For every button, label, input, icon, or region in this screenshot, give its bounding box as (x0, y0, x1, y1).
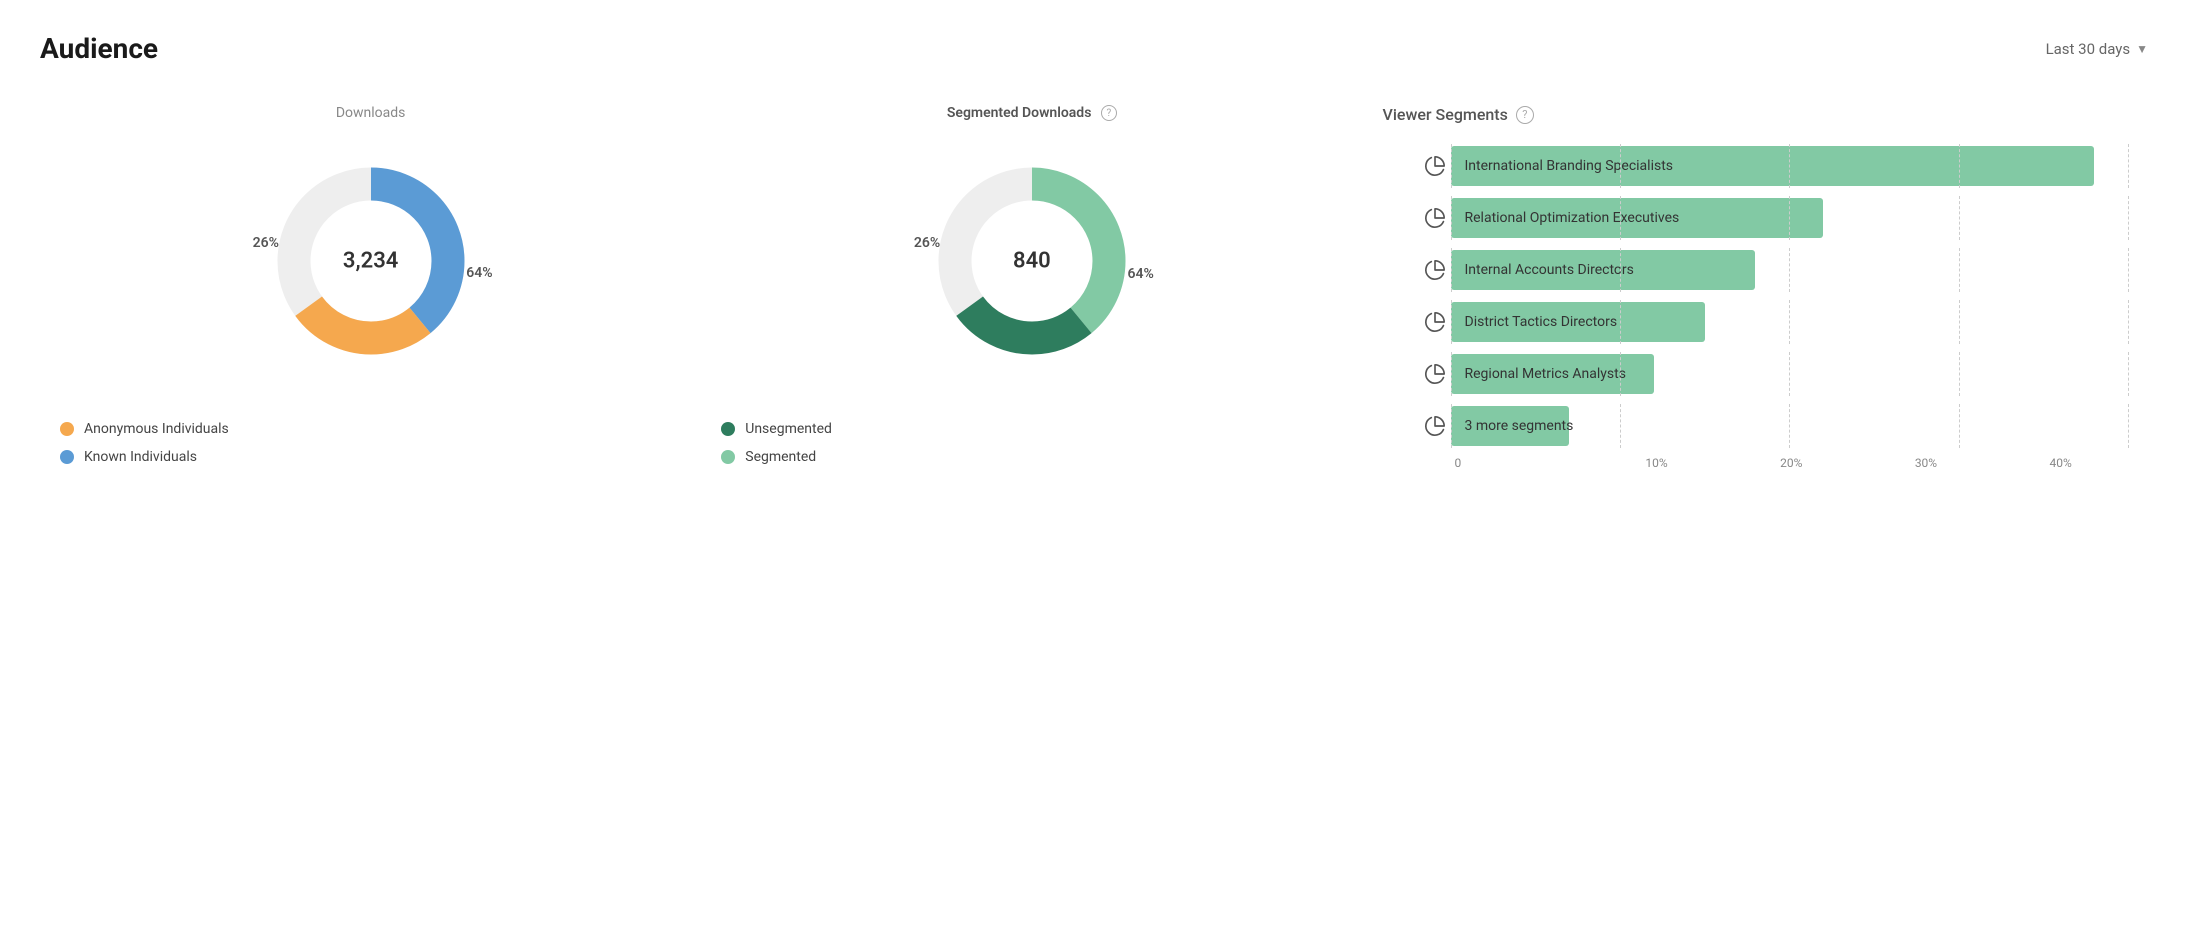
segmented-donut-wrapper: 840 26% 64% (922, 151, 1142, 371)
segmented-dot (721, 450, 735, 464)
anonymous-dot (60, 422, 74, 436)
anonymous-label: Anonymous Individuals (84, 421, 229, 437)
bar-track: Internal Accounts Directors (1451, 248, 2129, 292)
bar-row: Regional Metrics Analysts (1419, 352, 2129, 396)
segmented-pct-segmented: 64% (1128, 266, 1154, 282)
legend-segmented: Segmented (721, 449, 832, 465)
x-axis: 010%20%30%40% (1455, 456, 2129, 470)
x-tick: 10% (1589, 456, 1724, 470)
downloads-chart-title: Downloads (336, 105, 406, 121)
segment-icon (1419, 358, 1451, 390)
unsegmented-dot (721, 422, 735, 436)
downloads-pct-known: 64% (466, 265, 492, 281)
bar-track: 3 more segments (1451, 404, 2129, 448)
segments-title: Viewer Segments (1383, 105, 1508, 124)
bar-track: Regional Metrics Analysts (1451, 352, 2129, 396)
x-tick: 0 (1455, 456, 1590, 470)
bar-row: International Branding Specialists (1419, 144, 2129, 188)
segmented-chart-section: Segmented Downloads ? 840 26% 64% Unsegm… (701, 105, 1362, 465)
charts-container: Downloads 3,234 26% 64% Anonymous (40, 105, 2148, 500)
bar-label: Regional Metrics Analysts (1465, 366, 1626, 382)
segmented-chart-title: Segmented Downloads ? (947, 105, 1117, 121)
segments-help-icon[interactable]: ? (1516, 106, 1534, 124)
segment-icon (1419, 202, 1451, 234)
page-title: Audience (40, 32, 158, 65)
segmented-pct-unsegmented: 26% (914, 235, 940, 251)
date-filter-label: Last 30 days (2046, 40, 2131, 58)
segment-icon (1419, 254, 1451, 286)
x-tick: 40% (1993, 456, 2128, 470)
legend-unsegmented: Unsegmented (721, 421, 832, 437)
downloads-donut-wrapper: 3,234 26% 64% (261, 151, 481, 371)
segmented-label: Segmented (745, 449, 816, 465)
segment-icon (1419, 150, 1451, 182)
bar-fill: District Tactics Directors (1451, 302, 1705, 342)
x-tick: 20% (1724, 456, 1859, 470)
bar-label: District Tactics Directors (1465, 314, 1618, 330)
date-filter[interactable]: Last 30 days ▼ (2046, 40, 2148, 58)
segmented-help-icon[interactable]: ? (1101, 105, 1117, 121)
bar-row: 3 more segments (1419, 404, 2129, 448)
viewer-segments-section: Viewer Segments ? International Branding… (1363, 105, 2149, 500)
chevron-down-icon: ▼ (2136, 42, 2148, 56)
bar-label: 3 more segments (1465, 418, 1574, 434)
bar-label: Relational Optimization Executives (1465, 210, 1680, 226)
bar-track: Relational Optimization Executives (1451, 196, 2129, 240)
unsegmented-label: Unsegmented (745, 421, 832, 437)
segment-icon (1419, 306, 1451, 338)
bar-fill: Relational Optimization Executives (1451, 198, 1824, 238)
bar-row: Relational Optimization Executives (1419, 196, 2129, 240)
segment-icon (1419, 410, 1451, 442)
legend-known: Known Individuals (60, 449, 229, 465)
bar-track: International Branding Specialists (1451, 144, 2129, 188)
downloads-legend: Anonymous Individuals Known Individuals (60, 421, 229, 465)
segmented-center-value: 840 (1013, 249, 1051, 274)
bar-label: Internal Accounts Directors (1465, 262, 1634, 278)
bar-fill: Regional Metrics Analysts (1451, 354, 1654, 394)
bar-label: International Branding Specialists (1465, 158, 1674, 174)
bar-fill: International Branding Specialists (1451, 146, 2095, 186)
bar-fill: Internal Accounts Directors (1451, 250, 1756, 290)
segments-header: Viewer Segments ? (1383, 105, 2129, 124)
downloads-chart-section: Downloads 3,234 26% 64% Anonymous (40, 105, 701, 465)
bar-chart: International Branding Specialists Relat… (1383, 144, 2129, 500)
bar-track: District Tactics Directors (1451, 300, 2129, 344)
bar-row: Internal Accounts Directors (1419, 248, 2129, 292)
downloads-center-value: 3,234 (343, 249, 398, 274)
downloads-pct-anonymous: 26% (253, 235, 279, 251)
known-dot (60, 450, 74, 464)
bar-fill: 3 more segments (1451, 406, 1570, 446)
bar-row: District Tactics Directors (1419, 300, 2129, 344)
page-header: Audience Last 30 days ▼ (40, 32, 2148, 65)
legend-anonymous: Anonymous Individuals (60, 421, 229, 437)
known-label: Known Individuals (84, 449, 197, 465)
x-tick: 30% (1859, 456, 1994, 470)
segmented-legend: Unsegmented Segmented (721, 421, 832, 465)
